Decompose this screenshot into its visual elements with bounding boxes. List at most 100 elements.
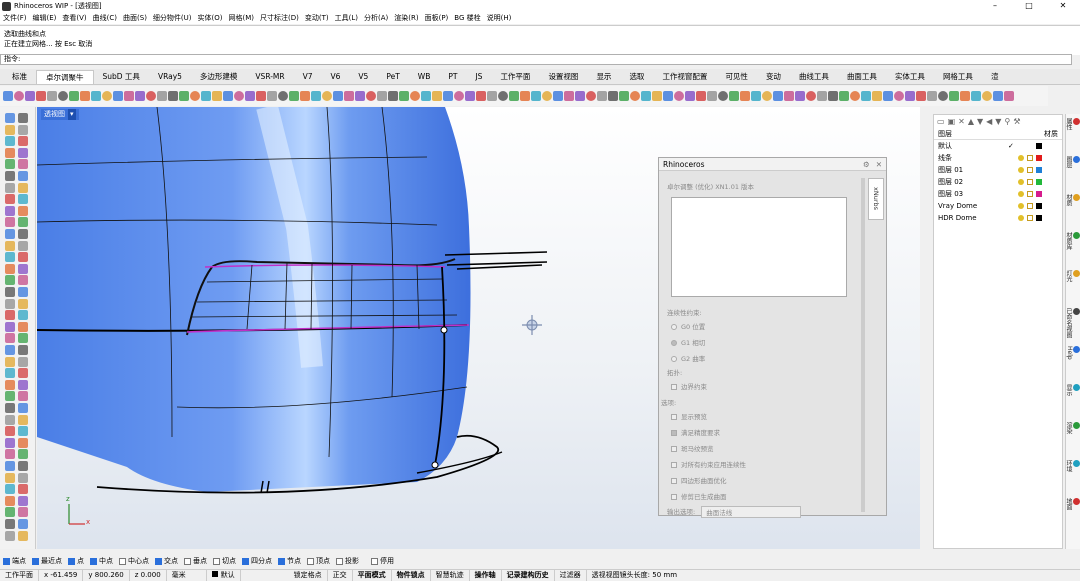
lock-icon[interactable] [1027,179,1033,185]
menu-dimension[interactable]: 尺寸标注(D) [260,13,299,23]
toolbar-tool-icon[interactable] [102,91,112,101]
left-tool-icon[interactable] [18,403,28,413]
left-tool-icon[interactable] [18,449,28,460]
menu-bg[interactable]: BG 楼栓 [454,13,480,23]
mode-planar[interactable]: 平面模式 [353,570,392,581]
toolbar-tool-icon[interactable] [443,91,453,101]
toolbar-tool-icon[interactable] [828,91,838,101]
toolbar-tool-icon[interactable] [388,91,398,101]
toolbar-tool-icon[interactable] [399,91,409,101]
close-button[interactable]: ✕ [1046,0,1080,12]
tab-v7[interactable]: V7 [294,70,322,84]
mode-history[interactable]: 记录建构历史 [502,570,555,581]
layer-row[interactable]: 图层 02 [934,176,1062,188]
toolbar-tool-icon[interactable] [498,91,508,101]
toolbar-tool-icon[interactable] [256,91,266,101]
left-tool-icon[interactable] [18,437,28,448]
menu-transform[interactable]: 变动(T) [305,13,329,23]
toolbar-tool-icon[interactable] [696,91,706,101]
lock-icon[interactable] [1027,167,1033,173]
tab-curve-tools[interactable]: 曲线工具 [790,70,838,84]
left-tool-icon[interactable] [5,403,15,413]
left-tool-icon[interactable] [5,414,15,425]
left-tool-icon[interactable] [18,379,28,390]
osnap-checkbox[interactable]: 端点 [3,556,26,566]
toolbar-tool-icon[interactable] [157,91,167,101]
toolbar-tool-icon[interactable] [289,91,299,101]
side-tab[interactable]: 显示 [1065,384,1080,396]
tab-setview[interactable]: 设置视图 [539,70,587,84]
side-tab[interactable]: 已命名视图 [1065,308,1080,338]
side-tab[interactable]: 图层 [1065,156,1080,168]
menu-tools[interactable]: 工具(L) [335,13,358,23]
left-tool-icon[interactable] [5,356,15,367]
osnap-checkbox[interactable]: 中心点 [119,556,149,566]
menu-mesh[interactable]: 网格(M) [229,13,255,23]
left-tool-icon[interactable] [5,229,15,239]
layer-color-swatch[interactable] [1036,215,1042,221]
close-icon[interactable]: ✕ [876,158,882,170]
left-tool-icon[interactable] [18,263,28,274]
left-tool-icon[interactable] [18,275,28,286]
toolbar-tool-icon[interactable] [707,91,717,101]
toolbar-tool-icon[interactable] [993,91,1003,101]
toolbar-tool-icon[interactable] [465,91,475,101]
layer-row[interactable]: Vray Dome [934,200,1062,212]
left-tool-icon[interactable] [18,124,28,135]
option-precision[interactable]: 满足精度要求 [671,427,720,437]
menu-analyze[interactable]: 分析(A) [364,13,388,23]
menu-edit[interactable]: 编辑(E) [33,13,57,23]
tab-transform[interactable]: 变动 [757,70,790,84]
toolbar-tool-icon[interactable] [91,91,101,101]
mode-smarttrack[interactable]: 智慧轨迹 [431,570,470,581]
toolbar-tool-icon[interactable] [927,91,937,101]
left-tool-icon[interactable] [18,426,28,437]
toolbar-tool-icon[interactable] [179,91,189,101]
tab-solid-tools[interactable]: 实体工具 [886,70,934,84]
osnap-checkbox[interactable]: 停用 [371,556,394,566]
osnap-checkbox[interactable]: 点 [68,556,84,566]
toolbar-tool-icon[interactable] [300,91,310,101]
left-tool-icon[interactable] [5,205,15,216]
left-tool-icon[interactable] [18,240,28,251]
menu-surface[interactable]: 曲面(S) [123,13,147,23]
toolbar-tool-icon[interactable] [113,91,123,101]
left-tool-icon[interactable] [5,530,15,541]
menu-view[interactable]: 查看(V) [62,13,86,23]
left-tool-icon[interactable] [5,379,15,390]
toolbar-tool-icon[interactable] [476,91,486,101]
toolbar-tool-icon[interactable] [784,91,794,101]
toolbar-tool-icon[interactable] [190,91,200,101]
left-tool-icon[interactable] [18,171,28,181]
menu-render[interactable]: 渲染(R) [394,13,418,23]
left-tool-icon[interactable] [5,287,15,297]
toolbar-tool-icon[interactable] [795,91,805,101]
tab-viewport-layout[interactable]: 工作视窗配置 [653,70,716,84]
toolbar-tool-icon[interactable] [234,91,244,101]
side-tab[interactable]: 渲染 [1065,422,1080,434]
toolbar-tool-icon[interactable] [47,91,57,101]
tab-js[interactable]: JS [466,70,491,84]
menu-file[interactable]: 文件(F) [3,13,27,23]
toolbar-tool-icon[interactable] [201,91,211,101]
toolbar-tool-icon[interactable] [509,91,519,101]
tab-standard[interactable]: 标准 [3,70,36,84]
left-tool-icon[interactable] [5,252,15,263]
toolbar-tool-icon[interactable] [212,91,222,101]
left-tool-icon[interactable] [18,194,28,205]
left-tool-icon[interactable] [5,124,15,135]
toolbar-tool-icon[interactable] [751,91,761,101]
osnap-checkbox[interactable]: 交点 [155,556,178,566]
radio-g0[interactable]: G0 位置 [671,321,705,331]
toolbar-tool-icon[interactable] [311,91,321,101]
left-tool-icon[interactable] [18,182,28,193]
menu-solid[interactable]: 实体(O) [198,13,223,23]
option-trim[interactable]: 修剪已生成曲面 [671,491,727,501]
tab-zhuoer[interactable]: 卓尔调聚牛 [36,70,94,84]
left-tool-icon[interactable] [18,530,28,541]
toolbar-tool-icon[interactable] [740,91,750,101]
left-tool-icon[interactable] [5,437,15,448]
left-tool-icon[interactable] [18,472,28,483]
osnap-checkbox[interactable]: 中点 [90,556,113,566]
visibility-bulb-icon[interactable] [1018,179,1024,185]
